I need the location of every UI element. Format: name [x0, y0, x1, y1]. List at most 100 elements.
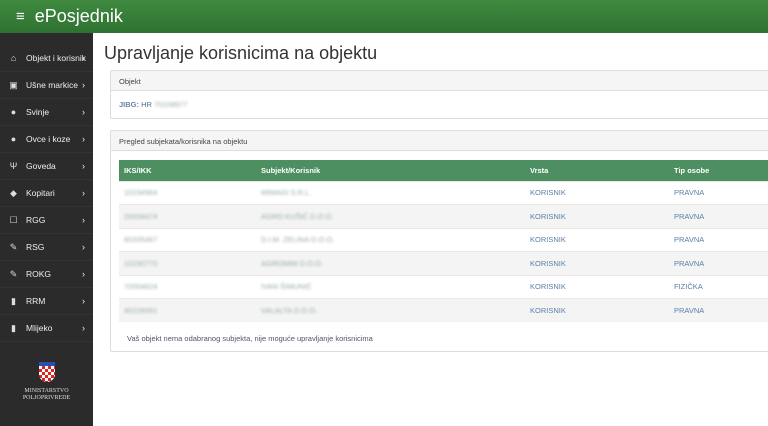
sidebar-item-label: Mlijeko [26, 323, 53, 333]
cell-iks: 60205467 [119, 227, 256, 252]
table-row[interactable]: 10230770 AGROMIM D.O.O. KORISNIK PRAVNA [119, 251, 768, 275]
col-vrsta: Vrsta [525, 160, 669, 181]
cell-text: 60205467 [124, 235, 158, 245]
milk-icon: ▮ [11, 322, 16, 333]
jibg-value: 70108977 [154, 100, 188, 109]
cell-text: KORISNIK [530, 188, 566, 198]
sidebar-item-goveda[interactable]: Ψ Goveda › [0, 153, 93, 180]
sidebar-item-label: Svinje [26, 107, 50, 117]
chevron-right-icon: › [82, 161, 85, 171]
chevron-right-icon: › [82, 107, 85, 117]
cell-text: 40226091 [124, 306, 158, 315]
chevron-right-icon: › [82, 80, 85, 90]
users-panel-heading: Pregled subjekata/korisnika na objektu [111, 131, 768, 151]
sidebar-item-label: RGG [26, 215, 46, 225]
sidebar-item-label: RSG [26, 242, 45, 252]
sidebar-item-ovce-i-koze[interactable]: ● Ovce i koze › [0, 126, 93, 153]
table-row[interactable]: 40226091 VALALTA D.O.O. KORISNIK PRAVNA [119, 298, 768, 322]
cell-text: KORISNIK [530, 211, 566, 221]
cell-tip-osobe: PRAVNA [669, 298, 768, 322]
sidebar-item-rokg[interactable]: ✎ ROKG › [0, 261, 93, 288]
cell-subjekt: D.I.M. ZELINA D.O.O. [256, 227, 525, 252]
sidebar-item-rsg[interactable]: ✎ RSG › [0, 234, 93, 261]
edit-icon: ☐ [9, 214, 18, 225]
cell-text: PRAVNA [674, 306, 705, 315]
sidebar-item-label: RRM [26, 296, 46, 306]
object-panel-heading: Objekt [111, 71, 768, 91]
chevron-right-icon: › [82, 53, 85, 63]
sidebar-item-u-ne-markice[interactable]: ▣ Ušne markice › [0, 72, 93, 99]
cell-text: VALALTA D.O.O. [261, 306, 318, 315]
cell-vrsta: KORISNIK [525, 227, 669, 252]
chevron-right-icon: › [82, 296, 85, 306]
cell-text: D.I.M. ZELINA D.O.O. [261, 235, 335, 245]
sidebar-item-mlijeko[interactable]: ▮ Mlijeko › [0, 315, 93, 342]
horse-icon: ◆ [10, 187, 17, 198]
cell-tip-osobe: PRAVNA [669, 180, 768, 205]
cell-subjekt: AGROMIM D.O.O. [256, 251, 525, 275]
cell-vrsta: KORISNIK [525, 298, 669, 322]
col-tip-osobe: Tip osobe [669, 160, 768, 181]
cow-icon: Ψ [9, 161, 18, 171]
table-row[interactable]: 60205467 D.I.M. ZELINA D.O.O. KORISNIK PRAV… [119, 227, 768, 252]
cell-subjekt: AGRO KUŠIĆ D.O.O. [256, 204, 525, 228]
chevron-right-icon: › [82, 269, 85, 279]
sidebar-item-kopitari[interactable]: ◆ Kopitari › [0, 180, 93, 207]
table-row[interactable]: 10234964 MIMAGI S.R.L. KORISNIK PRAVNA [119, 180, 768, 205]
users-panel: Pregled subjekata/korisnika na objektu I… [110, 130, 768, 352]
sidebar-item-label: Goveda [26, 161, 56, 171]
cell-tip-osobe: PRAVNA [669, 204, 768, 228]
sidebar-item-label: Objekt i korisnik [26, 53, 86, 63]
sidebar-item-svinje[interactable]: ● Svinje › [0, 99, 93, 126]
cell-text: KORISNIK [530, 306, 566, 315]
cell-text: KORISNIK [530, 282, 566, 292]
cell-subjekt: MIMAGI S.R.L. [256, 180, 525, 205]
sidebar-item-objekt-i-korisnik[interactable]: ⌂ Objekt i korisnik › [0, 45, 93, 72]
cell-text: MIMAGI S.R.L. [261, 188, 312, 198]
sidebar-item-label: Ovce i koze [26, 134, 71, 144]
cell-tip-osobe: PRAVNA [669, 251, 768, 275]
cell-text: 10230770 [124, 258, 158, 268]
jibg-value-prefix: HR [141, 100, 152, 109]
cell-text: IVAN ŠIMUNIĆ [261, 282, 312, 292]
cell-text: 20034474 [124, 211, 158, 221]
sidebar-item-rgg[interactable]: ☐ RGG › [0, 207, 93, 234]
table-row[interactable]: 70004624 IVAN ŠIMUNIĆ KORISNIK FIZIČKA [119, 274, 768, 299]
chevron-right-icon: › [82, 188, 85, 198]
hamburger-icon[interactable]: ≡ [16, 8, 25, 25]
cell-tip-osobe: FIZIČKA [669, 274, 768, 299]
cell-iks: 10230770 [119, 251, 256, 275]
sidebar-item-label: Ušne markice [26, 80, 78, 90]
cell-text: AGROMIM D.O.O. [261, 258, 324, 268]
chevron-right-icon: › [82, 215, 85, 225]
home-lock-icon: ⌂ [10, 53, 17, 63]
pig-icon: ● [10, 107, 17, 117]
users-table: IKS/IKK Subjekt/Korisnik Vrsta Tip osobe… [119, 160, 768, 322]
cell-iks: 20034474 [119, 204, 256, 228]
cell-text: PRAVNA [674, 211, 705, 221]
table-row[interactable]: 20034474 AGRO KUŠIĆ D.O.O. KORISNIK PRAVNA [119, 204, 768, 228]
sidebar-item-label: Kopitari [26, 188, 55, 198]
cell-text: KORISNIK [530, 258, 566, 268]
jibg-field: JIBG: HR 70108977 [111, 91, 768, 118]
document-edit-icon: ✎ [9, 241, 18, 252]
chevron-right-icon: › [82, 242, 85, 252]
cell-vrsta: KORISNIK [525, 180, 669, 205]
col-iks: IKS/IKK [119, 160, 256, 181]
cell-iks: 10234964 [119, 180, 256, 205]
cell-text: 70004624 [124, 282, 158, 292]
cell-text: KORISNIK [530, 235, 566, 245]
sidebar-item-rrm[interactable]: ▮ RRM › [0, 288, 93, 315]
main-content: Upravljanje korisnicima na objektu Objek… [93, 33, 768, 426]
cell-vrsta: KORISNIK [525, 251, 669, 275]
coat-of-arms-icon [38, 362, 55, 382]
app-title[interactable]: ePosjednik [35, 6, 123, 27]
logo-line2: POLJOPRIVREDE [22, 395, 71, 401]
jibg-label: JIBG: [119, 100, 140, 109]
sheep-icon: ● [10, 134, 17, 144]
tag-icon: ▣ [9, 79, 18, 90]
cell-subjekt: VALALTA D.O.O. [256, 298, 525, 322]
chevron-right-icon: › [82, 323, 85, 333]
cell-iks: 40226091 [119, 298, 256, 322]
cell-vrsta: KORISNIK [525, 204, 669, 228]
